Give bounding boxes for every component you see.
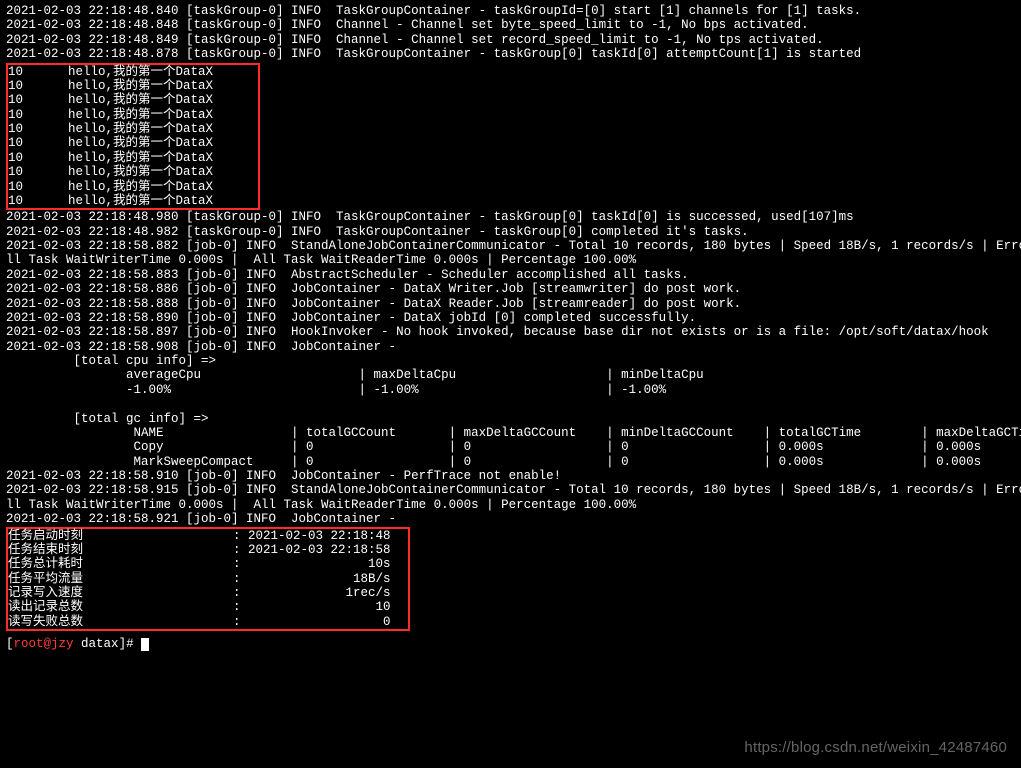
log-line: 2021-02-03 22:18:48.840 [taskGroup-0] IN… [6,4,1015,18]
log-line: MarkSweepCompact | 0 | 0 | 0 | 0.000s | … [6,455,1015,469]
prompt-user-host: root@jzy [14,637,74,651]
log-line: [total cpu info] => [6,354,1015,368]
log-line: 任务总计耗时 : 10s [8,557,408,571]
log-line: 2021-02-03 22:18:48.848 [taskGroup-0] IN… [6,18,1015,32]
log-line: 2021-02-03 22:18:58.910 [job-0] INFO Job… [6,469,1015,483]
log-line: -1.00% | -1.00% | -1.00% [6,383,1015,397]
log-line: 10 hello,我的第一个DataX [8,93,258,107]
log-line [6,397,1015,411]
prompt-suffix: # [126,637,134,651]
log-line: 任务平均流量 : 18B/s [8,572,408,586]
log-line: 2021-02-03 22:18:58.888 [job-0] INFO Job… [6,297,1015,311]
log-line: 2021-02-03 22:18:48.982 [taskGroup-0] IN… [6,225,1015,239]
log-line: 10 hello,我的第一个DataX [8,79,258,93]
prompt-dir: datax [81,637,119,651]
log-line: 2021-02-03 22:18:58.908 [job-0] INFO Job… [6,340,1015,354]
log-line: 10 hello,我的第一个DataX [8,180,258,194]
shell-prompt[interactable]: [root@jzy datax]# [6,637,1015,651]
cursor-icon [141,638,149,651]
log-line: ll Task WaitWriterTime 0.000s | All Task… [6,498,1015,512]
log-line: [total gc info] => [6,412,1015,426]
log-line: 2021-02-03 22:18:58.921 [job-0] INFO Job… [6,512,1015,526]
log-block-mid: 2021-02-03 22:18:48.980 [taskGroup-0] IN… [6,210,1015,526]
log-line: 10 hello,我的第一个DataX [8,136,258,150]
highlight-box-hello: 10 hello,我的第一个DataX10 hello,我的第一个DataX10… [6,63,260,211]
watermark-text: https://blog.csdn.net/weixin_42487460 [744,739,1007,756]
log-line: 2021-02-03 22:18:58.883 [job-0] INFO Abs… [6,268,1015,282]
log-line: 2021-02-03 22:18:48.849 [taskGroup-0] IN… [6,33,1015,47]
log-line: ll Task WaitWriterTime 0.000s | All Task… [6,253,1015,267]
log-line: 读写失败总数 : 0 [8,615,408,629]
log-line: 任务启动时刻 : 2021-02-03 22:18:48 [8,529,408,543]
log-line: 2021-02-03 22:18:48.878 [taskGroup-0] IN… [6,47,1015,61]
log-line: 10 hello,我的第一个DataX [8,194,258,208]
log-line: 读出记录总数 : 10 [8,600,408,614]
log-line: 2021-02-03 22:18:58.882 [job-0] INFO Sta… [6,239,1015,253]
log-line: 10 hello,我的第一个DataX [8,122,258,136]
log-line: averageCpu | maxDeltaCpu | minDeltaCpu [6,368,1015,382]
log-line: Copy | 0 | 0 | 0 | 0.000s | 0.000s | [6,440,1015,454]
log-line: 2021-02-03 22:18:58.897 [job-0] INFO Hoo… [6,325,1015,339]
log-line: 2021-02-03 22:18:58.890 [job-0] INFO Job… [6,311,1015,325]
log-line: 10 hello,我的第一个DataX [8,108,258,122]
log-line: 2021-02-03 22:18:58.915 [job-0] INFO Sta… [6,483,1015,497]
terminal-output[interactable]: 2021-02-03 22:18:48.840 [taskGroup-0] IN… [6,4,1015,652]
log-block-pre: 2021-02-03 22:18:48.840 [taskGroup-0] IN… [6,4,1015,62]
log-line: 记录写入速度 : 1rec/s [8,586,408,600]
log-line: 10 hello,我的第一个DataX [8,151,258,165]
log-line: 10 hello,我的第一个DataX [8,65,258,79]
log-line: 任务结束时刻 : 2021-02-03 22:18:58 [8,543,408,557]
log-line: 2021-02-03 22:18:58.886 [job-0] INFO Job… [6,282,1015,296]
log-line: 10 hello,我的第一个DataX [8,165,258,179]
log-line: 2021-02-03 22:18:48.980 [taskGroup-0] IN… [6,210,1015,224]
log-line: NAME | totalGCCount | maxDeltaGCCount | … [6,426,1015,440]
highlight-box-summary: 任务启动时刻 : 2021-02-03 22:18:48任务结束时刻 : 202… [6,527,410,632]
